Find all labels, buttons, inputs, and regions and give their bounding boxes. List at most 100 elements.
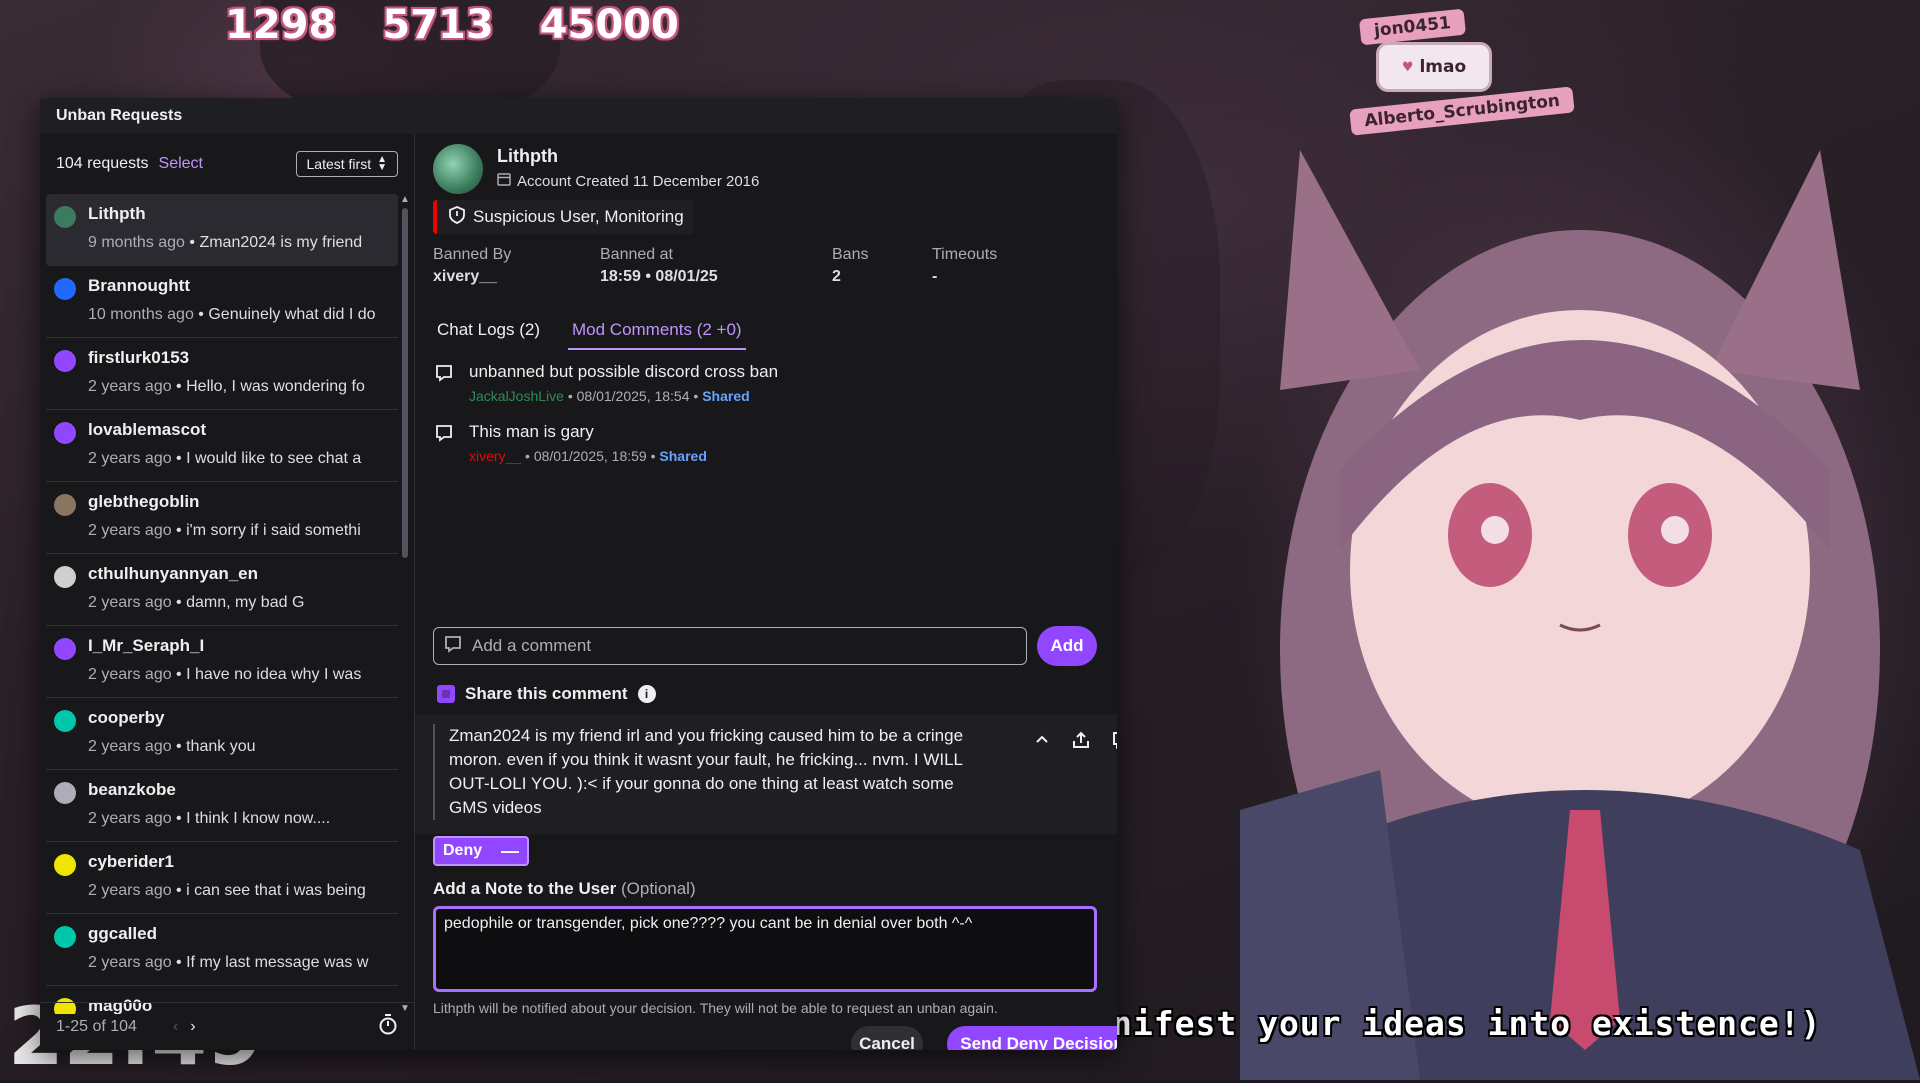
request-preview: 9 months ago • Zman2024 is my friend — [88, 234, 388, 252]
share-comment-checkbox[interactable] — [437, 685, 455, 703]
meta-separator: • — [171, 882, 187, 899]
list-footer: 1-25 of 104 ‹ › — [40, 1002, 414, 1050]
request-list-item[interactable]: firstlurk0153 2 years ago • Hello, I was … — [46, 338, 398, 410]
note-textarea[interactable]: pedophile or transgender, pick one???? y… — [433, 906, 1097, 992]
meta-separator: • — [525, 448, 534, 464]
request-preview-text: i can see that i was being — [186, 882, 366, 899]
meta-separator: • — [567, 388, 577, 404]
user-avatar-icon — [54, 422, 76, 444]
meta-separator: • — [171, 810, 187, 827]
scrollbar-thumb[interactable] — [402, 208, 408, 558]
request-preview: 2 years ago • thank you — [88, 738, 388, 756]
info-icon[interactable]: i — [637, 685, 656, 703]
request-list-item[interactable]: cthulhunyannyan_en 2 years ago • damn, my… — [46, 554, 398, 626]
select-link[interactable]: Select — [159, 155, 203, 173]
user-avatar[interactable] — [433, 144, 483, 194]
request-preview: 2 years ago • damn, my bad G — [88, 594, 388, 612]
request-preview-text: Zman2024 is my friend — [199, 234, 363, 251]
request-time: 2 years ago — [88, 378, 172, 395]
comment-meta: JackalJoshLive • 08/01/2025, 18:54 • Sha… — [469, 388, 1093, 404]
message-actions — [1033, 730, 1117, 755]
mod-comment: unbanned but possible discord cross ban … — [433, 362, 1093, 404]
modal-title: Unban Requests — [56, 107, 183, 124]
add-comment-input[interactable]: Add a comment — [433, 627, 1027, 665]
comment-text: unbanned but possible discord cross ban — [469, 362, 779, 381]
request-list-panel: 104 requests Select Latest first ▲ ▼ Lith… — [40, 134, 415, 1050]
decision-toggle[interactable]: Deny — — [433, 836, 529, 866]
stat-value: - — [932, 268, 938, 285]
request-username: ggcalled — [88, 924, 157, 943]
stat-label: Banned at — [600, 246, 673, 263]
meta-separator: • — [184, 234, 200, 251]
banned-at-stat: Banned at 18:59 • 08/01/25 — [600, 246, 792, 286]
request-preview-text: Hello, I was wondering fo — [186, 378, 365, 395]
request-username: lovablemascot — [88, 420, 207, 439]
timer-icon[interactable] — [378, 1013, 398, 1040]
user-avatar-icon — [54, 854, 76, 876]
request-preview: 2 years ago • I think I know now.... — [88, 810, 388, 828]
tab-mod-comments[interactable]: Mod Comments (2 +0) — [568, 316, 746, 350]
report-icon[interactable] — [1111, 730, 1117, 755]
note-label: Add a Note to the User (Optional) — [433, 879, 696, 899]
stat-label: Banned By — [433, 246, 512, 263]
request-preview-text: Genuinely what did I do — [208, 306, 376, 323]
request-list-item[interactable]: ggcalled 2 years ago • If my last message… — [46, 914, 398, 986]
request-list-item[interactable]: Lithpth 9 months ago • Zman2024 is my fri… — [46, 194, 398, 266]
stream-subtitle: nifest your ideas into existence!) — [1112, 1004, 1822, 1043]
request-preview: 2 years ago • i can see that i was being — [88, 882, 388, 900]
add-comment-button[interactable]: Add — [1037, 626, 1097, 666]
request-preview: 2 years ago • If my last message was w — [88, 954, 388, 972]
request-username: cthulhunyannyan_en — [88, 564, 259, 583]
request-list-item[interactable]: beanzkobe 2 years ago • I think I know no… — [46, 770, 398, 842]
comment-icon — [435, 364, 453, 387]
request-username: glebthegoblin — [88, 492, 200, 511]
send-deny-decision-button[interactable]: Send Deny Decision — [947, 1026, 1117, 1050]
counter-value: 45000 — [539, 2, 679, 48]
user-avatar-icon — [54, 782, 76, 804]
mod-comment: This man is gary xivery__ • 08/01/2025, … — [433, 422, 1093, 464]
meta-separator: • — [693, 388, 703, 404]
request-preview-text: I think I know now.... — [186, 810, 331, 827]
mod-comments-list: unbanned but possible discord cross ban … — [433, 362, 1093, 482]
note-optional: (Optional) — [620, 879, 696, 898]
collapse-icon[interactable] — [1033, 730, 1051, 755]
detail-username[interactable]: Lithpth — [497, 146, 558, 167]
comment-author[interactable]: JackalJoshLive — [469, 388, 564, 404]
request-detail-panel: Lithpth Account Created 11 December 2016… — [415, 134, 1117, 1050]
list-scrollbar[interactable]: ▲ ▼ — [400, 194, 410, 1014]
suspicious-user-badge[interactable]: Suspicious User, Monitoring — [433, 200, 694, 234]
request-preview-text: damn, my bad G — [186, 594, 305, 611]
comment-meta: xivery__ • 08/01/2025, 18:59 • Shared — [469, 448, 1093, 464]
next-page-icon[interactable]: › — [190, 1018, 195, 1036]
request-username: cooperby — [88, 708, 165, 727]
request-time: 2 years ago — [88, 522, 172, 539]
shared-tag: Shared — [659, 448, 707, 464]
request-list-item[interactable]: cyberider1 2 years ago • i can see that i… — [46, 842, 398, 914]
chat-message-bubble: ♥ lmao — [1376, 42, 1492, 92]
request-time: 2 years ago — [88, 594, 172, 611]
user-avatar-icon — [54, 926, 76, 948]
share-icon[interactable] — [1071, 730, 1091, 755]
request-list-item[interactable]: glebthegoblin 2 years ago • i'm sorry if … — [46, 482, 398, 554]
cancel-button[interactable]: Cancel — [851, 1026, 923, 1050]
comment-text: This man is gary — [469, 422, 594, 441]
request-list-item[interactable]: I_Mr_Seraph_I 2 years ago • I have no ide… — [46, 626, 398, 698]
user-avatar-icon — [54, 710, 76, 732]
detail-tabs: Chat Logs (2) Mod Comments (2 +0) — [433, 316, 770, 350]
counter-value: 1298 — [225, 2, 337, 48]
calendar-icon — [497, 172, 511, 190]
prev-page-icon[interactable]: ‹ — [173, 1018, 178, 1036]
sort-label: Latest first — [306, 156, 372, 172]
request-preview-text: I would like to see chat a — [186, 450, 362, 467]
counter-value: 5713 — [382, 2, 494, 48]
request-list-item[interactable]: Brannoughtt 10 months ago • Genuinely wha… — [46, 266, 398, 338]
meta-separator: • — [171, 594, 187, 611]
request-list-item[interactable]: cooperby 2 years ago • thank you — [46, 698, 398, 770]
comment-author[interactable]: xivery__ — [469, 448, 521, 464]
tab-chat-logs[interactable]: Chat Logs (2) — [433, 316, 544, 350]
scroll-up-icon[interactable]: ▲ — [400, 194, 410, 205]
sort-dropdown[interactable]: Latest first ▲ ▼ — [295, 151, 398, 177]
request-list-item[interactable]: lovablemascot 2 years ago • I would like … — [46, 410, 398, 482]
meta-separator: • — [171, 954, 187, 971]
request-preview: 10 months ago • Genuinely what did I do — [88, 306, 388, 324]
